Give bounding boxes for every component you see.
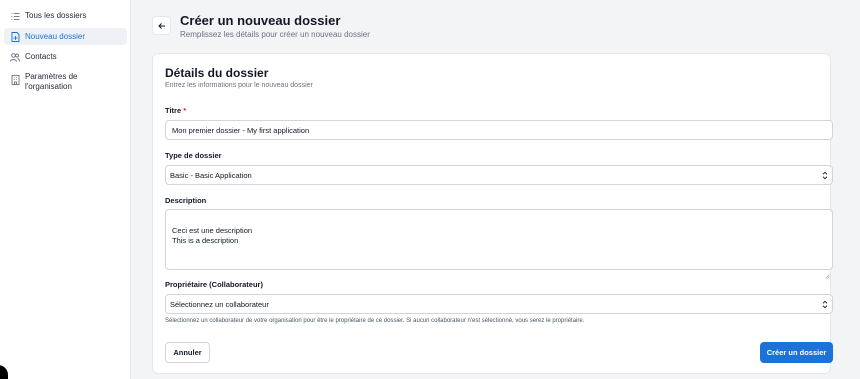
sidebar-item-label: Contacts: [25, 52, 57, 61]
page-subtitle: Remplissez les détails pour créer un nou…: [180, 30, 370, 39]
users-icon: [10, 52, 20, 62]
type-select[interactable]: Basic - Basic Application: [165, 165, 833, 185]
description-value: Ceci est une description This is a descr…: [172, 226, 253, 245]
sidebar-item-label: Paramètres de l'organisation: [25, 72, 78, 91]
form-card: Détails du dossier Entrez les informatio…: [152, 53, 833, 374]
sidebar-item-label: Nouveau dossier: [25, 32, 86, 41]
owner-select-value: Sélectionnez un collaborateur: [170, 299, 269, 309]
sidebar-item-label: Tous les dossiers: [25, 11, 87, 20]
main-content: Créer un nouveau dossier Remplissez les …: [131, 0, 860, 379]
window-corner: [0, 365, 8, 379]
cancel-button[interactable]: Annuler: [165, 342, 210, 363]
sidebar-item-tous-les-dossiers[interactable]: Tous les dossiers: [4, 11, 127, 21]
building-icon: [10, 75, 20, 85]
description-label: Description: [165, 196, 207, 205]
card-subtitle: Entrez les informations pour le nouveau …: [165, 82, 313, 89]
owner-label: Propriétaire (Collaborateur): [165, 280, 263, 289]
title-input-value: Mon premier dossier - My first applicati…: [172, 125, 310, 135]
type-label: Type de dossier: [165, 151, 222, 160]
sidebar-item-contacts[interactable]: Contacts: [4, 52, 127, 62]
description-textarea[interactable]: Ceci est une description This is a descr…: [165, 209, 833, 279]
card-title: Détails du dossier: [165, 66, 269, 80]
chevron-up-down-icon: [822, 171, 828, 180]
create-dossier-button[interactable]: Créer un dossier: [760, 342, 833, 363]
resize-handle-icon[interactable]: [825, 262, 830, 279]
back-button[interactable]: [152, 16, 171, 35]
arrow-left-icon: [157, 17, 166, 35]
sidebar-item-nouveau-dossier[interactable]: Nouveau dossier: [4, 28, 127, 45]
list-icon: [10, 11, 20, 21]
owner-select[interactable]: Sélectionnez un collaborateur: [165, 294, 833, 314]
sidebar-item-parametres-organisation[interactable]: Paramètres de l'organisation: [4, 72, 114, 92]
file-plus-icon: [10, 32, 20, 42]
chevron-up-down-icon: [822, 300, 828, 309]
title-input[interactable]: Mon premier dossier - My first applicati…: [165, 120, 833, 140]
page-title: Créer un nouveau dossier: [180, 13, 341, 28]
title-label: Titre *: [165, 106, 186, 115]
required-mark: *: [183, 106, 187, 115]
sidebar: Tous les dossiers Nouveau dossier Contac…: [0, 0, 131, 379]
owner-help-text: Sélectionnez un collaborateur de votre o…: [165, 318, 585, 324]
type-select-value: Basic - Basic Application: [170, 170, 252, 180]
title-label-text: Titre: [165, 106, 182, 115]
